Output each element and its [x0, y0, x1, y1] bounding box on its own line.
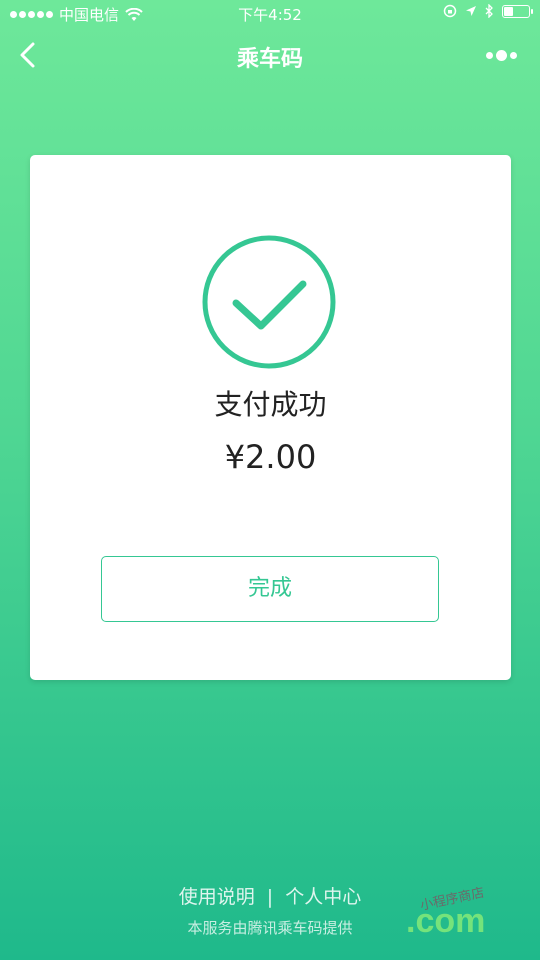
- more-button[interactable]: [486, 44, 520, 66]
- status-right: [443, 4, 533, 18]
- orientation-lock-icon: [443, 4, 457, 18]
- check-circle-icon: [202, 235, 336, 369]
- help-link[interactable]: 使用说明: [179, 886, 255, 908]
- battery-icon: [502, 4, 533, 18]
- payment-amount: ¥2.00: [224, 438, 317, 476]
- done-button[interactable]: 完成: [101, 556, 439, 622]
- nav-bar: 乘车码: [0, 28, 540, 82]
- battery-level: [504, 6, 514, 16]
- page-title: 乘车码: [236, 47, 303, 72]
- footer-separator: |: [266, 886, 274, 908]
- payment-status-text: 支付成功: [214, 388, 327, 421]
- bluetooth-icon: [485, 4, 493, 18]
- profile-link[interactable]: 个人中心: [285, 886, 361, 908]
- status-bar: 中国电信 下午4:52: [0, 0, 540, 28]
- payment-result-card: 支付成功 ¥2.00 完成: [30, 155, 511, 680]
- more-dots-icon: [486, 51, 493, 59]
- watermark-logo: .com 小程序商店: [406, 886, 486, 940]
- location-arrow-icon: [466, 6, 476, 16]
